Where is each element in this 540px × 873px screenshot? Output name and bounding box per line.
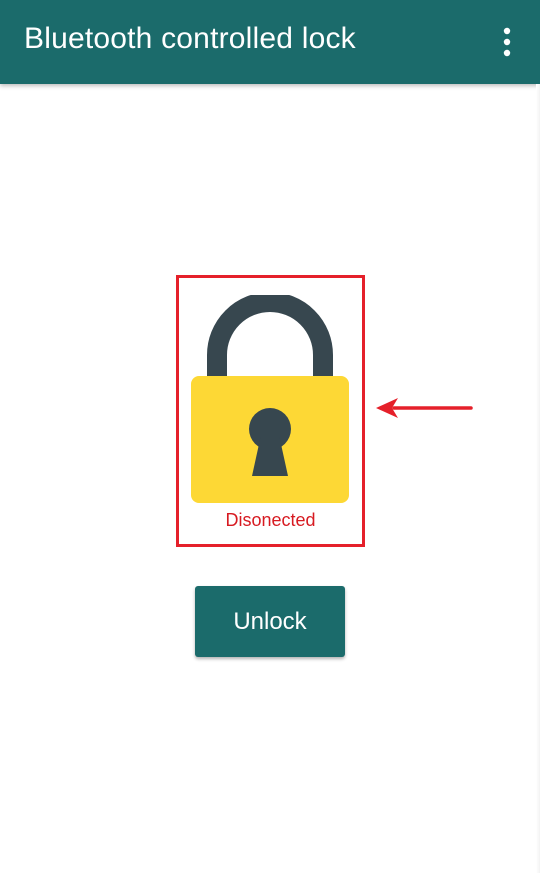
app-title: Bluetooth controlled lock [24, 22, 356, 55]
overflow-menu-button[interactable] [492, 22, 524, 62]
arrow-left-icon [376, 398, 473, 418]
app-bar: Bluetooth controlled lock [0, 0, 540, 84]
unlock-button[interactable]: Unlock [195, 586, 345, 657]
connection-status-label: Disonected [225, 510, 316, 530]
screen: Bluetooth controlled lock Disonected Unl… [0, 0, 540, 873]
more-vert-icon [503, 27, 511, 57]
padlock-icon[interactable] [190, 295, 350, 505]
edge-shadow [536, 84, 540, 873]
